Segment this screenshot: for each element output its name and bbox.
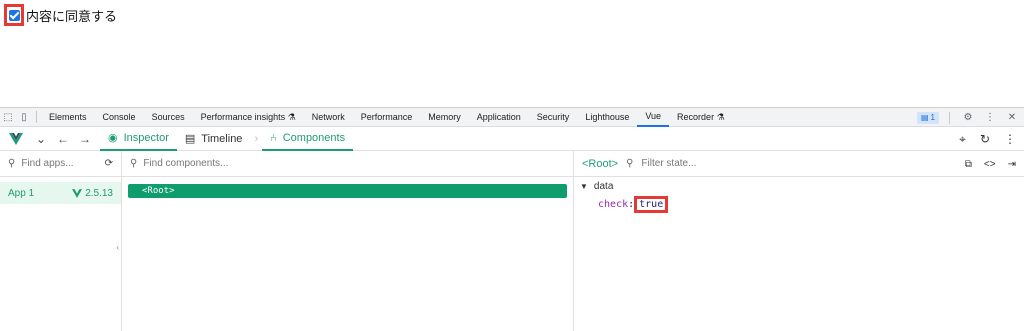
consent-row: 内容に同意する: [4, 4, 117, 26]
tab-network[interactable]: Network: [304, 108, 353, 127]
expand-icon[interactable]: ⇥: [1008, 159, 1016, 170]
devtools-panel: ⬚ ▯ Elements Console Sources Performance…: [0, 107, 1024, 331]
vue-logo-icon: [72, 188, 83, 198]
tab-memory[interactable]: Memory: [420, 108, 469, 127]
more-options-icon[interactable]: ⋮: [1004, 132, 1016, 146]
state-section-data[interactable]: ▼ data: [580, 181, 1018, 192]
sync-icon[interactable]: ⟳: [105, 158, 113, 169]
state-actions: ⧉ <> ⇥: [965, 151, 1016, 177]
components-tree-icon: ⑃: [270, 131, 277, 144]
tab-components[interactable]: ⑃ Components: [262, 127, 354, 151]
close-icon[interactable]: ✕: [1004, 111, 1020, 125]
app-name: App 1: [8, 187, 35, 199]
prop-value[interactable]: true: [634, 196, 669, 213]
component-tree-item-root[interactable]: <Root>: [128, 184, 567, 198]
toolbar-divider: [949, 111, 950, 124]
search-icon: ⚲: [626, 158, 634, 169]
checkbox-checked-icon: [8, 9, 20, 21]
issues-count: 1: [930, 113, 935, 122]
page-content: 内容に同意する: [0, 0, 1024, 108]
tab-elements[interactable]: Elements: [41, 108, 95, 127]
section-label: data: [593, 181, 614, 192]
back-arrow-icon[interactable]: ←: [52, 132, 74, 146]
tab-vue[interactable]: Vue: [637, 108, 670, 127]
components-search[interactable]: ⚲ Find components...: [122, 151, 573, 177]
tab-recorder[interactable]: Recorder ⚗: [669, 108, 733, 127]
scroll-to-component-icon[interactable]: ⧉: [965, 159, 972, 170]
components-pane: ⚲ Find components... <Root>: [122, 151, 574, 331]
components-label: Components: [282, 131, 346, 144]
selected-component-name: <Root>: [582, 157, 619, 170]
state-header: <Root> ⚲ Filter state... ⧉ <> ⇥: [574, 151, 1024, 177]
search-icon: ⚲: [8, 158, 16, 169]
code-icon[interactable]: <>: [984, 159, 996, 170]
inspect-element-icon[interactable]: ⬚: [0, 110, 16, 124]
compass-icon: ◉: [108, 132, 118, 144]
vue-toolbar: ⌄ ← → ◉ Inspector ▤ Timeline › ⑃ Compone…: [0, 127, 1024, 151]
inspector-panes: ⚲ Find apps... ⟳ App 1 2.5.13 ‹ ⚲ Find c…: [0, 151, 1024, 331]
tab-inspector[interactable]: ◉ Inspector: [100, 127, 177, 151]
state-tree: ▼ data check : true: [574, 177, 1024, 217]
breadcrumb-chevron-icon: ›: [254, 132, 259, 145]
more-options-icon[interactable]: ⋮: [982, 111, 998, 125]
expand-triangle-icon: ▼: [580, 182, 588, 191]
timeline-icon: ▤: [184, 133, 196, 145]
tab-performance[interactable]: Performance: [353, 108, 421, 127]
vue-toolbar-actions: ⌖ ↻ ⋮: [959, 127, 1016, 151]
collapse-chevron-icon[interactable]: ‹: [116, 243, 119, 252]
devtools-right-controls: ▤ 1 ⚙ ⋮ ✕: [916, 108, 1020, 127]
state-prop-row: check : true: [598, 196, 1018, 213]
consent-checkbox[interactable]: [4, 4, 24, 26]
tab-performance-insights[interactable]: Performance insights ⚗: [193, 108, 304, 127]
app-version: 2.5.13: [85, 187, 113, 199]
chevron-down-icon[interactable]: ⌄: [30, 132, 52, 146]
tab-console[interactable]: Console: [95, 108, 144, 127]
tab-sources[interactable]: Sources: [144, 108, 193, 127]
forward-arrow-icon[interactable]: →: [74, 132, 96, 146]
state-pane: <Root> ⚲ Filter state... ⧉ <> ⇥ ▼ data c…: [574, 151, 1024, 331]
tab-timeline[interactable]: ▤ Timeline: [177, 127, 251, 151]
select-component-icon[interactable]: ⌖: [959, 132, 966, 147]
components-search-input[interactable]: Find components...: [143, 158, 228, 169]
filter-state-input[interactable]: Filter state...: [641, 158, 696, 169]
apps-pane: ⚲ Find apps... ⟳ App 1 2.5.13 ‹: [0, 151, 122, 331]
app-version-wrap: 2.5.13: [72, 188, 113, 199]
tab-application[interactable]: Application: [469, 108, 529, 127]
issues-icon: ▤: [920, 113, 929, 122]
tab-lighthouse[interactable]: Lighthouse: [577, 108, 637, 127]
vue-logo-icon: [9, 132, 23, 145]
app-list-item[interactable]: App 1 2.5.13: [0, 182, 121, 204]
consent-label: 内容に同意する: [26, 8, 118, 24]
settings-gear-icon[interactable]: ⚙: [960, 111, 976, 125]
inspector-label: Inspector: [123, 131, 169, 144]
prop-key: check: [598, 199, 629, 210]
toolbar-divider: [36, 111, 37, 123]
device-toolbar-icon[interactable]: ▯: [16, 110, 32, 124]
timeline-label: Timeline: [201, 132, 243, 145]
tab-security[interactable]: Security: [529, 108, 578, 127]
issues-badge[interactable]: ▤ 1: [916, 111, 939, 124]
search-icon: ⚲: [130, 158, 138, 169]
apps-search-input[interactable]: Find apps...: [21, 158, 73, 169]
refresh-icon[interactable]: ↻: [980, 132, 990, 146]
devtools-tabbar: ⬚ ▯ Elements Console Sources Performance…: [0, 108, 1024, 127]
apps-search[interactable]: ⚲ Find apps... ⟳: [0, 151, 121, 177]
